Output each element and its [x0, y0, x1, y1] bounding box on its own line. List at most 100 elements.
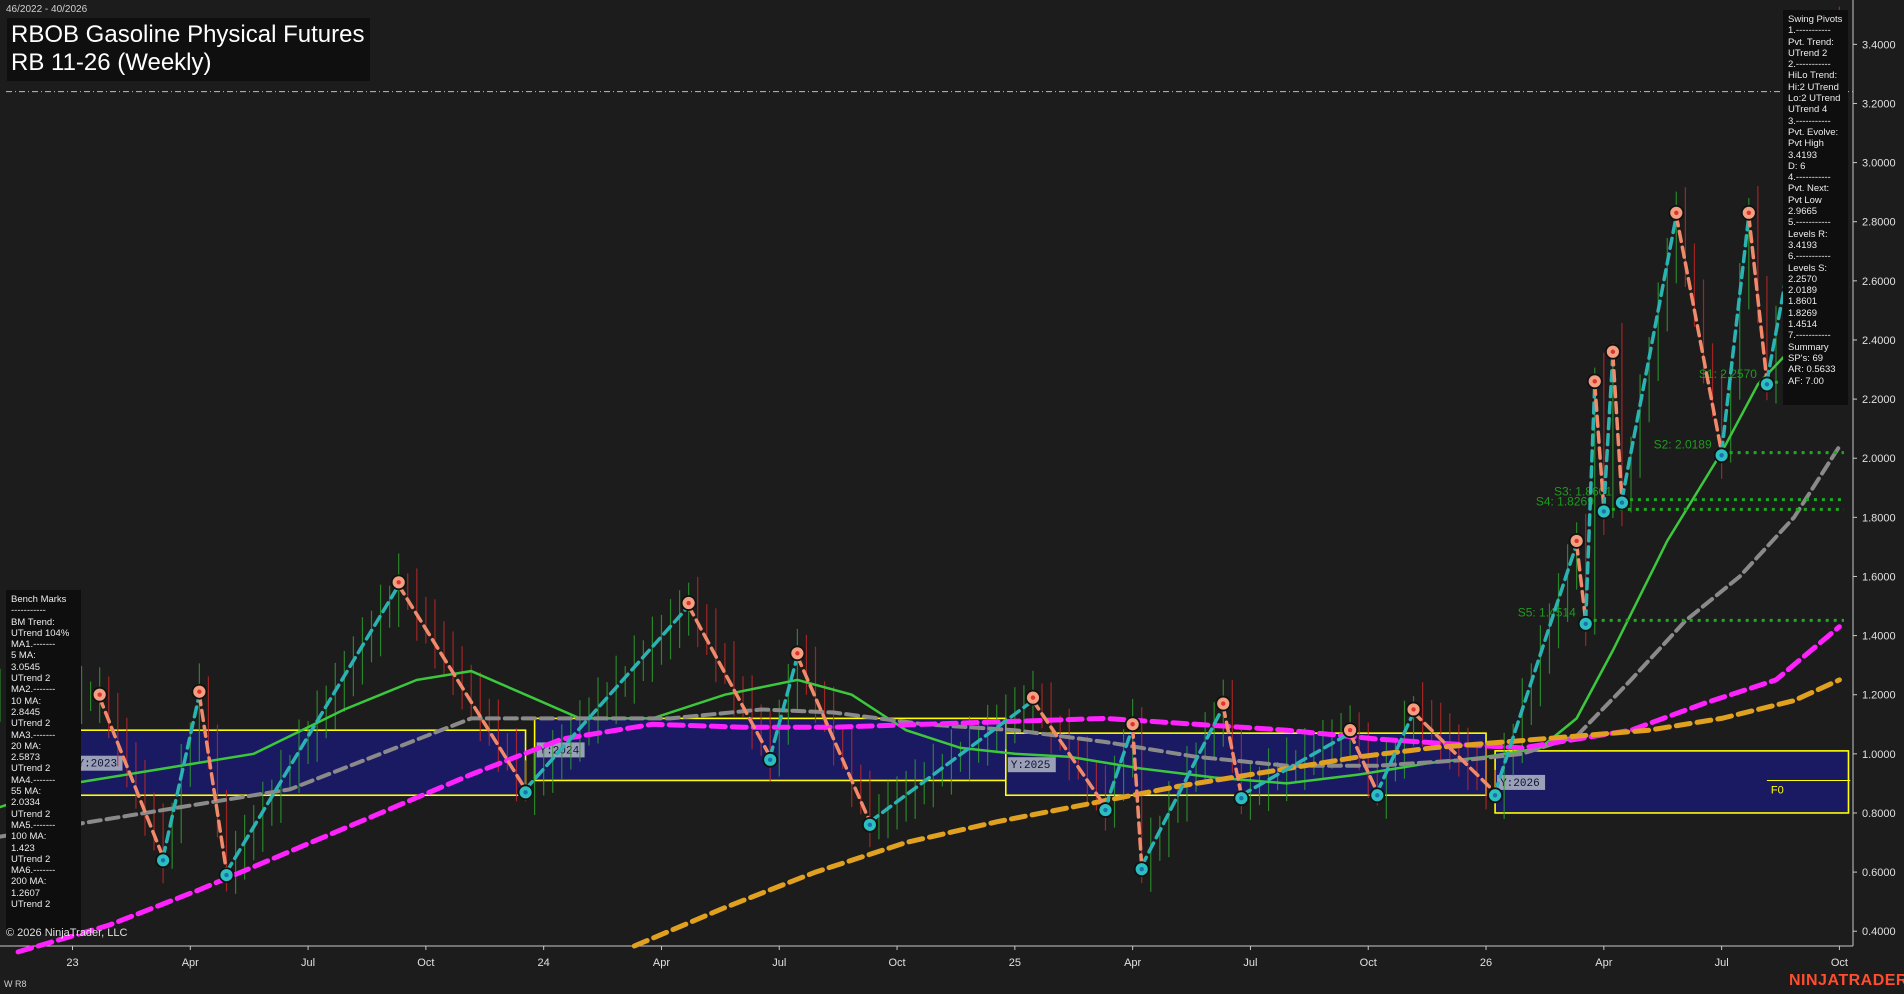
bench-line: Bench Marks — [11, 594, 67, 605]
pivot-dot — [1746, 210, 1751, 216]
year-box-label: Y:2025 — [1007, 757, 1056, 773]
bench-line: UTrend 2 — [11, 899, 51, 911]
swing-line: Pvt. Evolve: — [1788, 126, 1839, 138]
y-tick-label: 3.2000 — [1862, 98, 1896, 110]
x-tick-label: 24 — [538, 957, 550, 969]
bench-line: UTrend 2 — [11, 673, 51, 685]
pivot-dot — [1139, 866, 1144, 872]
pivot-dot — [1719, 453, 1724, 458]
y-tick-label: 0.6000 — [1862, 867, 1896, 879]
swing-pivots-panel: Swing Pivots 1.----------- Pvt. Trend: UTre… — [1783, 10, 1848, 405]
pivot-dot — [795, 651, 800, 656]
pivot-dot — [1610, 349, 1616, 354]
pivot-dot — [224, 872, 229, 878]
swing-line: 7.----------- — [1788, 330, 1831, 342]
pivot-dot — [160, 858, 166, 863]
bench-line: MA4.------- — [11, 774, 56, 786]
swing-line: D: 6 — [1788, 160, 1806, 172]
swing-line: Hi:2 UTrend — [1788, 81, 1839, 93]
bench-line: 100 MA: — [11, 831, 47, 843]
pivot-dot — [197, 689, 202, 694]
year-label: Y:2026 — [1500, 778, 1540, 790]
pivot-dot — [396, 580, 401, 585]
bench-line: 1.2607 — [11, 887, 41, 899]
swing-line: HiLo Trend: — [1788, 70, 1838, 82]
pivot-dot — [1411, 707, 1416, 712]
swing-line: 3.4193 — [1788, 149, 1818, 161]
pivot-dot — [1103, 807, 1108, 813]
bench-line: 20 MA: — [11, 740, 42, 752]
y-tick-label: 1.4000 — [1862, 631, 1896, 643]
x-tick-label: Oct — [417, 957, 434, 969]
pivot-dot — [1601, 509, 1607, 514]
x-tick-label: Oct — [1831, 957, 1848, 969]
y-tick-label: 2.0000 — [1862, 453, 1896, 465]
pivot-dot — [97, 692, 102, 697]
swing-line: AF: 7.00 — [1788, 375, 1824, 387]
x-tick-label: Oct — [1360, 957, 1377, 969]
y-tick-label: 2.6000 — [1862, 276, 1896, 288]
bench-line: 3.0545 — [11, 661, 41, 673]
swing-line: Pvt. Next: — [1788, 183, 1830, 195]
price-chart: Y:2023Y:2024Y:2025Y:2026F0 S1: 2.2570S2:… — [0, 0, 1904, 994]
swing-line: Pvt High — [1788, 138, 1824, 150]
swing-line: UTrend 4 — [1788, 104, 1828, 116]
swing-line: 6.----------- — [1788, 251, 1831, 263]
swing-line: 4.----------- — [1788, 172, 1831, 184]
swing-line: Summary — [1788, 341, 1829, 353]
bench-line: MA6.------- — [11, 865, 56, 877]
y-tick-label: 3.0000 — [1862, 158, 1896, 170]
chart-title: RBOB Gasoline Physical Futures — [11, 21, 365, 48]
x-tick-label: Apr — [1124, 957, 1141, 969]
bench-line: 1.423 — [11, 842, 35, 854]
y-tick-label: 0.4000 — [1862, 926, 1896, 938]
pivot-dot — [1492, 793, 1498, 798]
bench-line: UTrend 2 — [11, 763, 51, 775]
bench-line: 10 MA: — [11, 695, 42, 707]
fib-label: F0 — [1771, 784, 1784, 796]
year-label: Y:2025 — [1011, 760, 1051, 772]
swing-line: Pvt. Trend: — [1788, 36, 1834, 48]
bench-line: MA2.------- — [11, 684, 56, 696]
x-tick-label: Apr — [182, 957, 199, 969]
bench-line: UTrend 2 — [11, 718, 51, 730]
x-tick-label: Apr — [653, 957, 670, 969]
year-box — [1494, 750, 1850, 814]
pivot-dot — [1347, 727, 1353, 733]
swing-line: Levels S: — [1788, 262, 1828, 274]
pivot-dot — [1592, 379, 1597, 384]
pivot-dot — [1574, 538, 1579, 544]
pivot-dot — [867, 822, 873, 828]
swing-line: AR: 0.5633 — [1788, 364, 1836, 376]
x-tick-label: 25 — [1009, 957, 1021, 969]
support-label: S2: 2.0189 — [1654, 438, 1712, 452]
swing-line: 2.----------- — [1788, 59, 1831, 71]
bench-line: UTrend 2 — [11, 808, 51, 820]
x-tick-label: Jul — [1243, 957, 1257, 969]
swing-line: Swing Pivots — [1788, 14, 1843, 25]
x-tick-label: 23 — [66, 957, 78, 969]
swing-line: Lo:2 UTrend — [1788, 93, 1841, 105]
bench-line: 2.0334 — [11, 797, 41, 809]
bench-line: ----------- — [11, 605, 46, 617]
bench-line: MA5.------- — [11, 819, 56, 831]
x-tick-label: Jul — [772, 957, 786, 969]
swing-line: UTrend 2 — [1788, 47, 1828, 59]
pivot-dot — [1674, 210, 1679, 216]
pivot-dot — [1764, 382, 1770, 387]
y-tick-label: 1.6000 — [1862, 571, 1896, 583]
bench-line: 200 MA: — [11, 876, 47, 888]
y-axis-panel — [1853, 0, 1904, 994]
y-tick-label: 1.8000 — [1862, 512, 1896, 524]
y-tick-label: 2.4000 — [1862, 335, 1896, 347]
bench-line: 55 MA: — [11, 786, 42, 798]
swing-line: 3.----------- — [1788, 115, 1831, 127]
y-tick-label: 1.2000 — [1862, 690, 1896, 702]
pivot-dot — [1130, 722, 1135, 727]
swing-line: 1.----------- — [1788, 25, 1831, 37]
y-tick-label: 2.8000 — [1862, 217, 1896, 229]
swing-line: SP's: 69 — [1788, 352, 1824, 364]
support-label: S4: 1.8269 — [1536, 494, 1594, 508]
year-box-label: Y:2023 — [74, 755, 123, 771]
pivot-dot — [1375, 793, 1380, 798]
